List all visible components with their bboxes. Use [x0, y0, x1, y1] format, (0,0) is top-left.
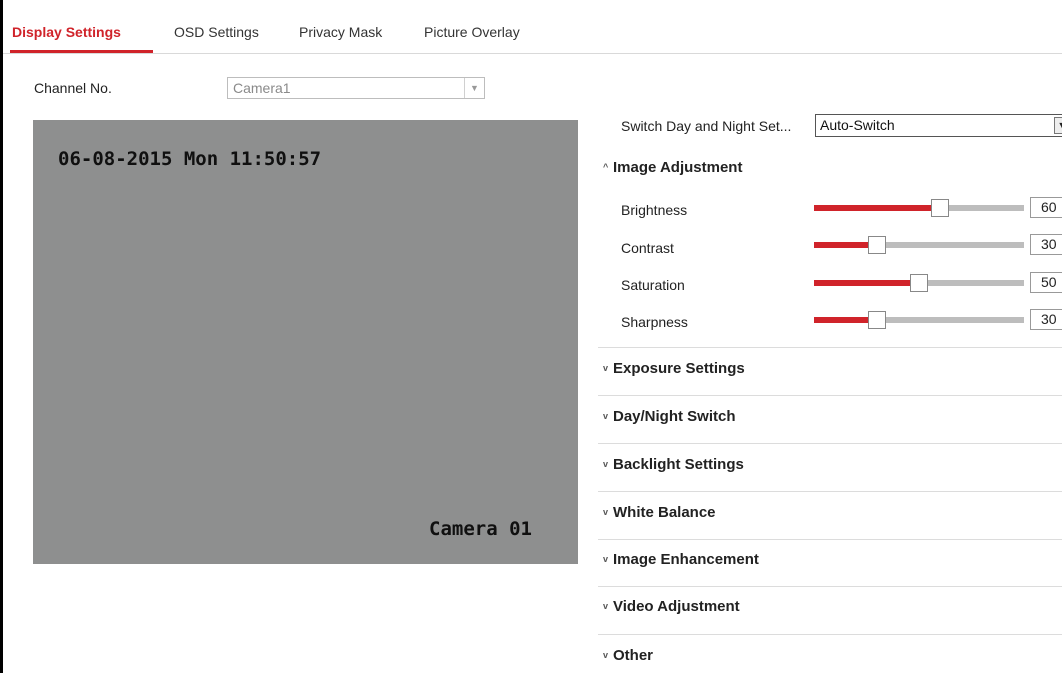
saturation-slider[interactable]: [814, 274, 1024, 292]
section-title: Backlight Settings: [613, 456, 744, 473]
slider-label-saturation: Saturation: [621, 277, 685, 293]
chevron-down-icon: v: [603, 459, 609, 469]
settings-tab-bar: Display Settings OSD Settings Privacy Ma…: [3, 0, 1062, 54]
section-image-enhancement[interactable]: v Image Enhancement: [603, 551, 759, 568]
section-divider: [598, 491, 1062, 492]
chevron-down-icon: v: [603, 507, 609, 517]
contrast-value[interactable]: 30: [1030, 234, 1062, 255]
channel-select-value: Camera1: [233, 80, 291, 96]
active-tab-indicator: [10, 50, 153, 53]
section-title: Video Adjustment: [613, 598, 740, 615]
section-title: Day/Night Switch: [613, 408, 736, 425]
tab-privacy-mask[interactable]: Privacy Mask: [299, 24, 382, 40]
section-day-night-switch[interactable]: v Day/Night Switch: [603, 408, 736, 425]
day-night-select[interactable]: Auto-Switch ▼: [815, 114, 1062, 137]
section-divider: [598, 634, 1062, 635]
chevron-down-icon: v: [603, 650, 609, 660]
section-other[interactable]: v Other: [603, 647, 653, 664]
day-night-label: Switch Day and Night Set...: [621, 118, 792, 134]
osd-timestamp: 06-08-2015 Mon 11:50:57: [58, 148, 322, 170]
sharpness-slider[interactable]: [814, 311, 1024, 329]
chevron-down-icon: ▼: [464, 78, 484, 98]
section-video-adjustment[interactable]: v Video Adjustment: [603, 598, 740, 615]
slider-thumb[interactable]: [910, 274, 928, 292]
section-image-adjustment[interactable]: ^ Image Adjustment: [603, 159, 742, 176]
section-title: Exposure Settings: [613, 360, 745, 377]
tab-osd-settings[interactable]: OSD Settings: [174, 24, 259, 40]
channel-label: Channel No.: [34, 80, 112, 96]
slider-fill: [814, 280, 919, 286]
brightness-slider[interactable]: [814, 199, 1024, 217]
section-exposure-settings[interactable]: v Exposure Settings: [603, 360, 745, 377]
brightness-value[interactable]: 60: [1030, 197, 1062, 218]
live-preview[interactable]: 06-08-2015 Mon 11:50:57 Camera 01: [33, 120, 578, 564]
section-divider: [598, 443, 1062, 444]
section-white-balance[interactable]: v White Balance: [603, 504, 716, 521]
channel-select[interactable]: Camera1 ▼: [227, 77, 485, 99]
section-title: White Balance: [613, 504, 716, 521]
chevron-down-icon: v: [603, 363, 609, 373]
sharpness-value[interactable]: 30: [1030, 309, 1062, 330]
chevron-down-icon: v: [603, 411, 609, 421]
section-divider: [598, 395, 1062, 396]
section-title: Image Adjustment: [613, 159, 743, 176]
section-divider: [598, 347, 1062, 348]
chevron-down-icon: v: [603, 601, 609, 611]
tab-picture-overlay[interactable]: Picture Overlay: [424, 24, 520, 40]
section-divider: [598, 586, 1062, 587]
window-left-border: [0, 0, 3, 673]
slider-label-sharpness: Sharpness: [621, 314, 688, 330]
chevron-down-icon: ▼: [1054, 117, 1062, 134]
section-title: Image Enhancement: [613, 551, 759, 568]
slider-label-contrast: Contrast: [621, 240, 674, 256]
contrast-slider[interactable]: [814, 236, 1024, 254]
day-night-select-value: Auto-Switch: [820, 117, 895, 133]
slider-thumb[interactable]: [931, 199, 949, 217]
section-title: Other: [613, 647, 654, 664]
slider-thumb[interactable]: [868, 311, 886, 329]
chevron-up-icon: ^: [603, 162, 609, 172]
slider-label-brightness: Brightness: [621, 202, 688, 218]
slider-thumb[interactable]: [868, 236, 886, 254]
chevron-down-icon: v: [603, 554, 609, 564]
osd-camera-name: Camera 01: [429, 518, 532, 540]
section-divider: [598, 539, 1062, 540]
section-backlight-settings[interactable]: v Backlight Settings: [603, 456, 744, 473]
tab-display-settings[interactable]: Display Settings: [12, 24, 121, 40]
slider-fill: [814, 205, 940, 211]
saturation-value[interactable]: 50: [1030, 272, 1062, 293]
